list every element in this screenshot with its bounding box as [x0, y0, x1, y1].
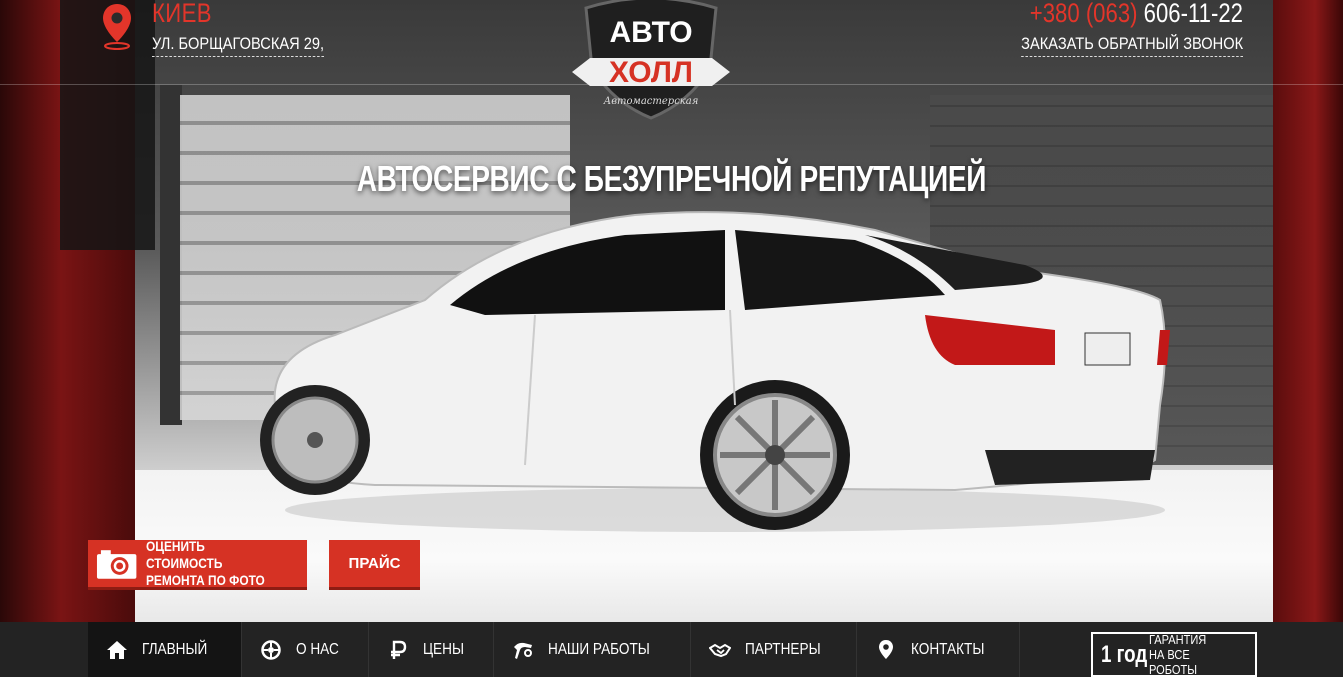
- red-wall-right: [1273, 0, 1343, 622]
- car-tool-icon: [514, 642, 533, 659]
- nav-item-about[interactable]: О НАС: [242, 622, 370, 677]
- callback-request-link[interactable]: ЗАКАЗАТЬ ОБРАТНЫЙ ЗВОНОК: [1021, 34, 1243, 57]
- price-button[interactable]: ПРАЙС: [329, 540, 420, 590]
- home-icon: [107, 640, 127, 659]
- white-sedan-image: [260, 211, 1170, 532]
- nav-item-works[interactable]: НАШИ РАБОТЫ: [494, 622, 692, 677]
- logo-line1: АВТО: [609, 16, 692, 49]
- handshake-icon: [709, 643, 732, 657]
- map-pin-icon: [879, 639, 894, 659]
- phone-number[interactable]: +380 (063) 606-11-22: [1030, 0, 1243, 29]
- ruble-icon: [391, 640, 407, 659]
- site-logo[interactable]: АВТО ХОЛЛ Автомастерская: [570, 0, 732, 120]
- guarantee-period: 1 год: [1101, 640, 1148, 668]
- nav-item-prices[interactable]: ЦЕНЫ: [369, 622, 495, 677]
- settings-wheel-icon: [261, 639, 281, 660]
- guarantee-text: ГАРАНТИЯ НА ВСЕ РОБОТЫ: [1149, 632, 1207, 677]
- nav-item-partners[interactable]: ПАРТНЕРЫ: [691, 622, 858, 677]
- city-label: КИЕВ: [152, 0, 212, 28]
- guarantee-badge: 1 год ГАРАНТИЯ НА ВСЕ РОБОТЫ: [1091, 632, 1257, 677]
- logo-subtitle: Автомастерская: [603, 96, 699, 107]
- photo-estimate-button[interactable]: ОЦЕНИТЬ СТОИМОСТЬ РЕМОНТА ПО ФОТО: [88, 538, 307, 590]
- hero-tagline: АВТОСЕРВИС С БЕЗУПРЕЧНОЙ РЕПУТАЦИЕЙ: [356, 158, 987, 199]
- address-link[interactable]: УЛ. БОРЩАГОВСКАЯ 29,: [152, 34, 325, 57]
- logo-line2: ХОЛЛ: [609, 56, 693, 89]
- photo-estimate-label: ОЦЕНИТЬ СТОИМОСТЬ РЕМОНТА ПО ФОТО: [146, 538, 266, 588]
- camera-icon: [96, 549, 137, 579]
- nav-item-contacts[interactable]: КОНТАКТЫ: [857, 622, 1021, 677]
- phone-code: +380 (063): [1029, 0, 1138, 28]
- nav-item-home[interactable]: ГЛАВНЫЙ: [88, 622, 242, 677]
- garage-door-frame: [160, 85, 182, 425]
- location-pin-icon: [103, 4, 131, 50]
- phone-digits: 606-11-22: [1143, 0, 1243, 28]
